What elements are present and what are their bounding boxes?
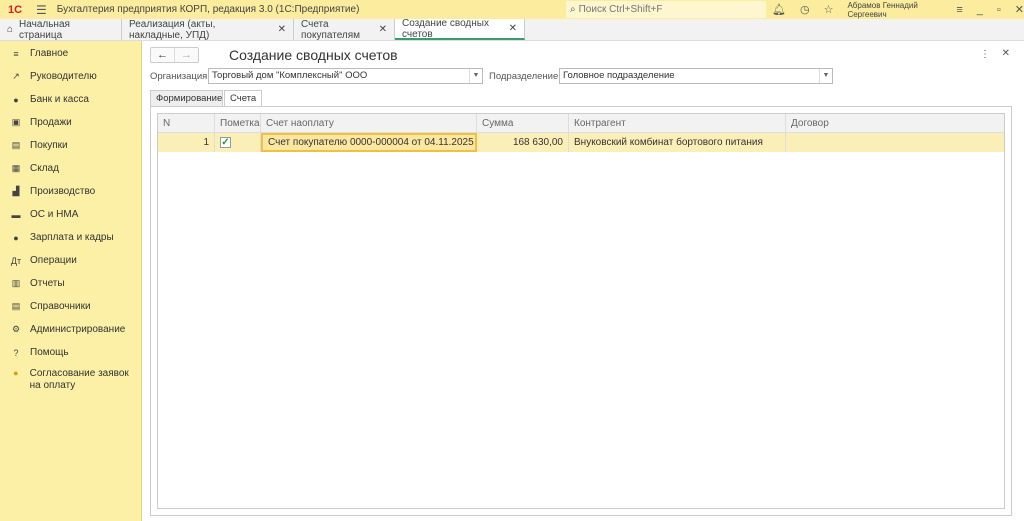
chevron-down-icon[interactable]: ▼ <box>469 69 482 83</box>
book-icon: ▤ <box>11 301 21 311</box>
debit-credit-icon: Дт <box>10 255 22 266</box>
factory-icon: ▟ <box>12 186 20 196</box>
title-bar: 1C ☰ Бухгалтерия предприятия КОРП, редак… <box>0 0 1024 19</box>
table-row[interactable]: 1 ✓ Счет покупателю 0000-000004 от 04.11… <box>158 133 1004 152</box>
col-contract[interactable]: Договор <box>786 114 1004 132</box>
sidebar-item-bank[interactable]: ● Банк и касса <box>0 88 141 111</box>
table-header: N Пометка Счет наоплату Сумма Контрагент… <box>158 114 1004 133</box>
sidebar-item-help[interactable]: ? Помощь <box>0 341 141 364</box>
sidebar-item-admin[interactable]: ⚙ Администрирование <box>0 318 141 341</box>
open-tabs: ⌂ Начальная страница Реализация (акты, на… <box>0 18 1024 41</box>
sidebar-item-catalogs[interactable]: ▤ Справочники <box>0 295 141 318</box>
cart-icon: ▤ <box>11 140 21 150</box>
help-icon: ? <box>13 347 19 358</box>
chart-icon: ▥ <box>11 278 21 288</box>
sidebar-item-manager[interactable]: ↗ Руководителю <box>0 65 141 88</box>
invoices-table: N Пометка Счет наоплату Сумма Контрагент… <box>157 113 1005 509</box>
coin-icon: ● <box>13 94 19 105</box>
cell-n: 1 <box>158 133 215 152</box>
col-counterparty[interactable]: Контрагент <box>569 114 786 132</box>
app-title: Бухгалтерия предприятия КОРП, редакция 3… <box>56 4 360 15</box>
cell-mark[interactable]: ✓ <box>215 133 261 152</box>
sidebar-item-reports[interactable]: ▥ Отчеты <box>0 272 141 295</box>
warehouse-icon: ▦ <box>11 163 21 173</box>
dept-label: Подразделение: <box>489 71 561 82</box>
tab-home[interactable]: ⌂ Начальная страница <box>0 19 122 41</box>
close-icon[interactable]: ✕ <box>379 24 387 35</box>
nav-buttons: ← → <box>150 47 199 63</box>
sidebar-item-main[interactable]: ≡ Главное <box>0 42 141 65</box>
page-title: Создание сводных счетов <box>229 47 398 63</box>
tab-summary-invoices[interactable]: Создание сводных счетов ✕ <box>395 18 525 40</box>
gear-icon: ⚙ <box>11 324 21 334</box>
tab-panel: N Пометка Счет наоплату Сумма Контрагент… <box>150 106 1012 516</box>
cell-sum: 168 630,00 <box>477 133 569 152</box>
col-invoice[interactable]: Счет наоплату <box>261 114 477 132</box>
sidebar-item-warehouse[interactable]: ▦ Склад <box>0 157 141 180</box>
close-icon[interactable]: ✕ <box>1002 48 1010 59</box>
search-icon: ⌕ <box>570 4 576 15</box>
restore-icon[interactable]: ▫ <box>997 4 1001 16</box>
bag-icon: ▣ <box>11 117 21 127</box>
cell-counterparty: Внуковский комбинат бортового питания <box>569 133 786 152</box>
sidebar: ≡ Главное ↗ Руководителю ● Банк и касса ▣ Пр… <box>0 41 142 521</box>
sidebar-item-operations[interactable]: Дт Операции <box>0 249 141 272</box>
sidebar-item-assets[interactable]: ▬ ОС и НМА <box>0 203 141 226</box>
chevron-down-icon[interactable]: ▼ <box>819 69 832 83</box>
user-name[interactable]: Абрамов Геннадий Сергеевич <box>847 1 942 19</box>
star-icon[interactable]: ☆ <box>824 3 834 16</box>
bell-icon[interactable]: 🔔︎ <box>772 3 786 16</box>
sidebar-item-salary[interactable]: ● Зарплата и кадры <box>0 226 141 249</box>
close-icon[interactable]: ✕ <box>278 24 286 35</box>
search-input[interactable] <box>578 4 759 15</box>
menu-icon[interactable]: ☰ <box>36 3 47 17</box>
home-icon: ⌂ <box>7 24 14 35</box>
checkbox[interactable]: ✓ <box>220 137 231 148</box>
minimize-icon[interactable]: _ <box>977 4 983 16</box>
cell-invoice[interactable]: Счет покупателю 0000-000004 от 04.11.202… <box>261 133 477 152</box>
person-icon: ● <box>13 232 19 243</box>
menu-icon: ≡ <box>13 48 19 59</box>
trend-icon: ↗ <box>12 71 20 81</box>
more-icon[interactable]: ⋮ <box>980 49 990 60</box>
form: ← → Создание сводных счетов ⋮ ✕ Организац… <box>143 41 1024 521</box>
tab-formation[interactable]: Формирование <box>150 90 223 107</box>
col-n[interactable]: N <box>158 114 215 132</box>
org-label: Организация: <box>150 71 210 82</box>
close-icon[interactable]: ✕ <box>509 23 517 34</box>
sidebar-item-production[interactable]: ▟ Производство <box>0 180 141 203</box>
tab-invoices[interactable]: Счета покупателям ✕ <box>294 19 395 41</box>
coin-icon: ● <box>13 368 19 378</box>
settings-menu-icon[interactable]: ≡ <box>956 4 962 16</box>
back-button[interactable]: ← <box>151 48 174 62</box>
close-window-icon[interactable]: ✕ <box>1015 3 1024 16</box>
truck-icon: ▬ <box>11 209 21 220</box>
tab-invoices-list[interactable]: Счета <box>224 90 262 107</box>
cell-contract <box>786 133 1004 152</box>
col-sum[interactable]: Сумма <box>477 114 569 132</box>
forward-button[interactable]: → <box>174 48 198 62</box>
col-mark[interactable]: Пометка <box>215 114 261 132</box>
sidebar-item-purchases[interactable]: ▤ Покупки <box>0 134 141 157</box>
sidebar-item-sales[interactable]: ▣ Продажи <box>0 111 141 134</box>
org-select[interactable]: Торговый дом "Комплексный" ООО ▼ <box>208 68 483 84</box>
tab-sales[interactable]: Реализация (акты, накладные, УПД) ✕ <box>122 19 294 41</box>
search-box[interactable]: ⌕ <box>566 1 766 18</box>
dept-select[interactable]: Головное подразделение ▼ <box>559 68 833 84</box>
history-icon[interactable]: ◷ <box>800 3 810 16</box>
1c-logo: 1C <box>8 3 23 16</box>
sidebar-item-approvals[interactable]: ● Согласование заявок на оплату <box>0 364 141 398</box>
